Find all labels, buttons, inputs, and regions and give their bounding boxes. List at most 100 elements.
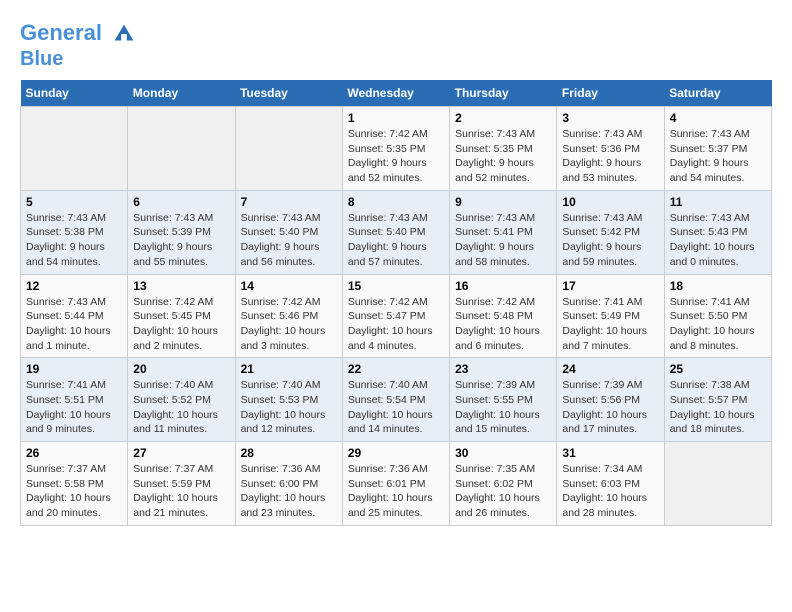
calendar-cell: 5 Sunrise: 7:43 AM Sunset: 5:38 PM Daylig… [21, 190, 128, 274]
day-number: 26 [26, 446, 122, 460]
calendar-week-row: 12 Sunrise: 7:43 AM Sunset: 5:44 PM Dayli… [21, 274, 772, 358]
calendar-cell: 23 Sunrise: 7:39 AM Sunset: 5:55 PM Dayli… [450, 358, 557, 442]
logo-blue: Blue [20, 48, 138, 70]
day-number: 19 [26, 362, 122, 376]
calendar-cell: 26 Sunrise: 7:37 AM Sunset: 5:58 PM Dayli… [21, 442, 128, 526]
day-number: 8 [348, 195, 444, 209]
day-info: Sunrise: 7:37 AM Sunset: 5:58 PM Dayligh… [26, 462, 122, 521]
calendar-cell: 9 Sunrise: 7:43 AM Sunset: 5:41 PM Daylig… [450, 190, 557, 274]
day-info: Sunrise: 7:43 AM Sunset: 5:38 PM Dayligh… [26, 211, 122, 270]
calendar-cell [128, 107, 235, 191]
day-number: 1 [348, 111, 444, 125]
day-info: Sunrise: 7:43 AM Sunset: 5:35 PM Dayligh… [455, 127, 551, 186]
day-info: Sunrise: 7:37 AM Sunset: 5:59 PM Dayligh… [133, 462, 229, 521]
calendar-cell: 25Sunrise: 7:38 AM Sunset: 5:57 PM Dayli… [664, 358, 771, 442]
weekday-header-thursday: Thursday [450, 80, 557, 107]
day-number: 24 [562, 362, 658, 376]
day-info: Sunrise: 7:43 AM Sunset: 5:42 PM Dayligh… [562, 211, 658, 270]
day-number: 14 [241, 279, 337, 293]
logo-text: General [20, 20, 138, 48]
calendar-cell: 21 Sunrise: 7:40 AM Sunset: 5:53 PM Dayli… [235, 358, 342, 442]
day-info: Sunrise: 7:41 AM Sunset: 5:49 PM Dayligh… [562, 295, 658, 354]
day-number: 2 [455, 111, 551, 125]
day-number: 21 [241, 362, 337, 376]
calendar-week-row: 19 Sunrise: 7:41 AM Sunset: 5:51 PM Dayli… [21, 358, 772, 442]
calendar-cell: 8 Sunrise: 7:43 AM Sunset: 5:40 PM Daylig… [342, 190, 449, 274]
calendar-cell: 4 Sunrise: 7:43 AM Sunset: 5:37 PM Daylig… [664, 107, 771, 191]
day-info: Sunrise: 7:43 AM Sunset: 5:40 PM Dayligh… [348, 211, 444, 270]
calendar-table: SundayMondayTuesdayWednesdayThursdayFrid… [20, 80, 772, 526]
day-number: 18 [670, 279, 766, 293]
day-info: Sunrise: 7:43 AM Sunset: 5:44 PM Dayligh… [26, 295, 122, 354]
day-number: 11 [670, 195, 766, 209]
day-info: Sunrise: 7:34 AM Sunset: 6:03 PM Dayligh… [562, 462, 658, 521]
day-number: 16 [455, 279, 551, 293]
calendar-cell: 19 Sunrise: 7:41 AM Sunset: 5:51 PM Dayli… [21, 358, 128, 442]
calendar-cell: 31 Sunrise: 7:34 AM Sunset: 6:03 PM Dayli… [557, 442, 664, 526]
day-number: 22 [348, 362, 444, 376]
day-number: 31 [562, 446, 658, 460]
weekday-header-wednesday: Wednesday [342, 80, 449, 107]
day-info: Sunrise: 7:40 AM Sunset: 5:53 PM Dayligh… [241, 378, 337, 437]
day-info: Sunrise: 7:39 AM Sunset: 5:55 PM Dayligh… [455, 378, 551, 437]
day-number: 27 [133, 446, 229, 460]
calendar-cell: 15 Sunrise: 7:42 AM Sunset: 5:47 PM Dayli… [342, 274, 449, 358]
weekday-header-saturday: Saturday [664, 80, 771, 107]
logo-icon [110, 20, 138, 48]
day-info: Sunrise: 7:43 AM Sunset: 5:37 PM Dayligh… [670, 127, 766, 186]
calendar-week-row: 5 Sunrise: 7:43 AM Sunset: 5:38 PM Daylig… [21, 190, 772, 274]
day-number: 23 [455, 362, 551, 376]
day-number: 4 [670, 111, 766, 125]
calendar-cell: 27 Sunrise: 7:37 AM Sunset: 5:59 PM Dayli… [128, 442, 235, 526]
day-number: 20 [133, 362, 229, 376]
day-info: Sunrise: 7:35 AM Sunset: 6:02 PM Dayligh… [455, 462, 551, 521]
weekday-header-row: SundayMondayTuesdayWednesdayThursdayFrid… [21, 80, 772, 107]
day-info: Sunrise: 7:41 AM Sunset: 5:51 PM Dayligh… [26, 378, 122, 437]
weekday-header-tuesday: Tuesday [235, 80, 342, 107]
day-info: Sunrise: 7:40 AM Sunset: 5:54 PM Dayligh… [348, 378, 444, 437]
weekday-header-friday: Friday [557, 80, 664, 107]
calendar-cell: 3Sunrise: 7:43 AM Sunset: 5:36 PM Daylig… [557, 107, 664, 191]
calendar-week-row: 1Sunrise: 7:42 AM Sunset: 5:35 PM Daylig… [21, 107, 772, 191]
day-info: Sunrise: 7:36 AM Sunset: 6:00 PM Dayligh… [241, 462, 337, 521]
weekday-header-monday: Monday [128, 80, 235, 107]
day-number: 17 [562, 279, 658, 293]
day-number: 6 [133, 195, 229, 209]
calendar-cell: 17 Sunrise: 7:41 AM Sunset: 5:49 PM Dayli… [557, 274, 664, 358]
day-info: Sunrise: 7:43 AM Sunset: 5:41 PM Dayligh… [455, 211, 551, 270]
weekday-header-sunday: Sunday [21, 80, 128, 107]
calendar-cell: 16 Sunrise: 7:42 AM Sunset: 5:48 PM Dayli… [450, 274, 557, 358]
calendar-cell: 24Sunrise: 7:39 AM Sunset: 5:56 PM Dayli… [557, 358, 664, 442]
calendar-cell: 22 Sunrise: 7:40 AM Sunset: 5:54 PM Dayli… [342, 358, 449, 442]
day-info: Sunrise: 7:43 AM Sunset: 5:40 PM Dayligh… [241, 211, 337, 270]
day-info: Sunrise: 7:42 AM Sunset: 5:48 PM Dayligh… [455, 295, 551, 354]
day-number: 25 [670, 362, 766, 376]
day-number: 15 [348, 279, 444, 293]
day-number: 9 [455, 195, 551, 209]
day-info: Sunrise: 7:41 AM Sunset: 5:50 PM Dayligh… [670, 295, 766, 354]
day-info: Sunrise: 7:42 AM Sunset: 5:45 PM Dayligh… [133, 295, 229, 354]
calendar-week-row: 26 Sunrise: 7:37 AM Sunset: 5:58 PM Dayli… [21, 442, 772, 526]
day-info: Sunrise: 7:43 AM Sunset: 5:43 PM Dayligh… [670, 211, 766, 270]
calendar-cell: 12 Sunrise: 7:43 AM Sunset: 5:44 PM Dayli… [21, 274, 128, 358]
day-number: 3 [562, 111, 658, 125]
day-number: 5 [26, 195, 122, 209]
day-info: Sunrise: 7:36 AM Sunset: 6:01 PM Dayligh… [348, 462, 444, 521]
calendar-cell: 6Sunrise: 7:43 AM Sunset: 5:39 PM Daylig… [128, 190, 235, 274]
day-info: Sunrise: 7:42 AM Sunset: 5:46 PM Dayligh… [241, 295, 337, 354]
calendar-cell: 28Sunrise: 7:36 AM Sunset: 6:00 PM Dayli… [235, 442, 342, 526]
calendar-cell: 29Sunrise: 7:36 AM Sunset: 6:01 PM Dayli… [342, 442, 449, 526]
calendar-cell [21, 107, 128, 191]
logo: General Blue [20, 20, 138, 70]
calendar-cell [664, 442, 771, 526]
calendar-cell: 18 Sunrise: 7:41 AM Sunset: 5:50 PM Dayli… [664, 274, 771, 358]
calendar-cell: 2 Sunrise: 7:43 AM Sunset: 5:35 PM Daylig… [450, 107, 557, 191]
calendar-cell: 7 Sunrise: 7:43 AM Sunset: 5:40 PM Daylig… [235, 190, 342, 274]
day-number: 7 [241, 195, 337, 209]
day-number: 12 [26, 279, 122, 293]
page-header: General Blue [20, 20, 772, 70]
calendar-cell [235, 107, 342, 191]
calendar-cell: 11 Sunrise: 7:43 AM Sunset: 5:43 PM Dayli… [664, 190, 771, 274]
day-info: Sunrise: 7:42 AM Sunset: 5:47 PM Dayligh… [348, 295, 444, 354]
calendar-cell: 30Sunrise: 7:35 AM Sunset: 6:02 PM Dayli… [450, 442, 557, 526]
